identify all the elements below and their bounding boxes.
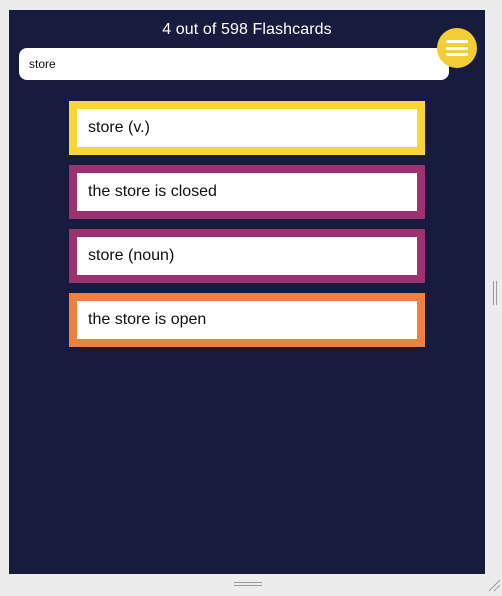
flashcard-count-title: 4 out of 598 Flashcards	[162, 21, 332, 38]
search-input[interactable]	[19, 48, 449, 80]
flashcard-text: store (noun)	[88, 247, 175, 264]
flashcard[interactable]: the store is open	[69, 293, 425, 347]
flashcard-app: 4 out of 598 Flashcards store (v.) the s…	[9, 10, 485, 574]
hamburger-menu-icon-line	[446, 53, 468, 56]
side-resize-handle[interactable]	[492, 281, 498, 305]
flashcard-text: the store is open	[88, 311, 207, 328]
bottom-resize-handle[interactable]	[234, 581, 262, 587]
flashcard[interactable]: the store is closed	[69, 165, 425, 219]
hamburger-menu-icon-line	[446, 46, 468, 50]
flashcard-list: store (v.) the store is closed store (no…	[69, 101, 425, 357]
corner-resize-grip-icon[interactable]	[487, 578, 501, 592]
flashcard[interactable]: store (v.)	[69, 101, 425, 155]
menu-button[interactable]	[437, 28, 477, 68]
flashcard-text: store (v.)	[88, 119, 150, 136]
flashcard-text: the store is closed	[88, 183, 217, 200]
hamburger-menu-icon	[446, 40, 468, 43]
flashcard[interactable]: store (noun)	[69, 229, 425, 283]
